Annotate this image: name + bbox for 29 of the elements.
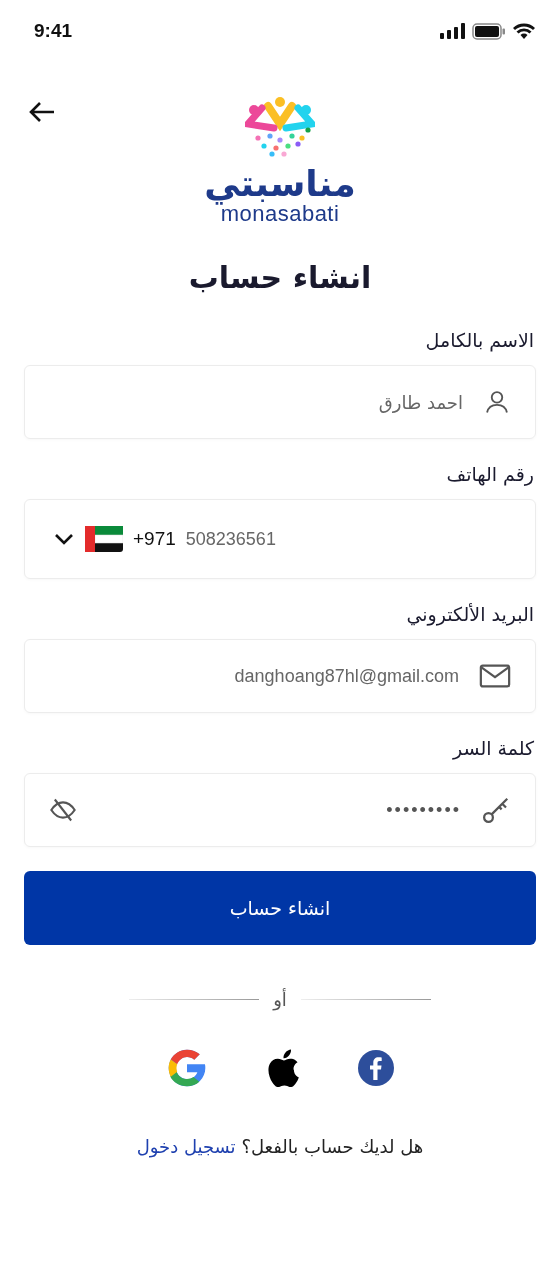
page-title: انشاء حساب [188,260,372,296]
footer-text: هل لديك حساب بالفعل؟ تسجيل دخول [135,1136,425,1158]
login-link[interactable]: تسجيل دخول [136,1136,236,1158]
signal-icon [440,23,466,39]
facebook-icon[interactable] [357,1049,395,1088]
field-value: احمد طارق [378,391,463,413]
input-field[interactable]: احمد طارق [24,365,536,440]
phone-value: 508236561 [185,528,276,550]
field-label: البريد الألكتروني [406,603,534,626]
wifi-icon [512,22,536,40]
back-arrow-icon[interactable] [28,100,56,124]
field-label: رقم الهاتف [446,463,534,486]
divider-text: أو [273,989,287,1011]
field-label: كلمة السر [452,737,534,760]
field-label: الاسم بالكامل [425,329,534,352]
flag-icon [85,526,123,553]
chevron-down-icon[interactable] [53,532,75,547]
field-value: danghoang87hl@gmail.com [234,665,459,687]
apple-icon[interactable] [267,1049,299,1088]
password-field[interactable]: ••••••••• [24,773,536,848]
mail-icon [479,663,511,690]
country-code[interactable]: +971 [133,528,176,551]
create-account-button[interactable]: انشاء حساب [24,871,536,946]
battery-icon [472,22,506,40]
input-field[interactable]: danghoang87hl@gmail.com [24,639,536,714]
password-value: ••••••••• [386,799,461,821]
phone-field[interactable]: +971 508236561 [24,499,536,580]
status-time: 9:41 [34,20,73,42]
key-icon [481,795,511,826]
